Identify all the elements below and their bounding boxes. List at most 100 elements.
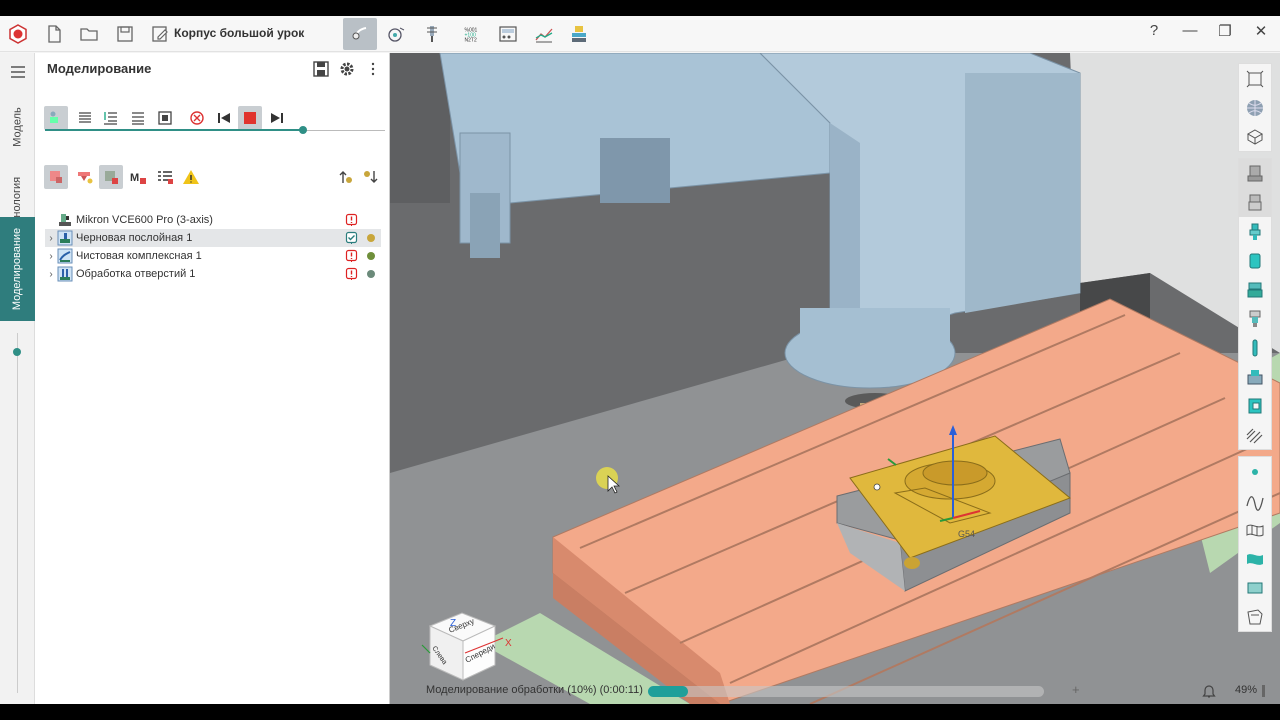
sort-up-icon[interactable]: [333, 165, 357, 189]
nc-code-icon[interactable]: %001 +100 N2T2: [456, 20, 488, 48]
operation-color-dot: [367, 270, 375, 278]
operation-list-icon[interactable]: [126, 106, 150, 130]
spindle-visibility-icon[interactable]: [1239, 188, 1271, 217]
globe-view-icon[interactable]: [1239, 93, 1271, 122]
expand-arrow-icon[interactable]: ›: [45, 251, 57, 262]
step-list-icon[interactable]: [99, 106, 123, 130]
more-options-icon[interactable]: [361, 57, 385, 81]
surface-wire-icon[interactable]: [1239, 515, 1271, 544]
status-menu-icon[interactable]: [1262, 685, 1265, 697]
document-title: Корпус большой урок: [174, 26, 305, 40]
toolpath-visibility-icon[interactable]: [1239, 420, 1271, 449]
gear-icon[interactable]: [335, 57, 359, 81]
work-offset-label: G54: [958, 529, 975, 539]
simulation-panel: Моделирование M Mikron VCE600 Pro (3-axi…: [35, 53, 390, 704]
svg-text:M: M: [130, 172, 139, 184]
title-bar: Корпус большой урок %001 +100 N2T2 ? — ❐ ✕: [0, 16, 1280, 52]
simulation-progress-track: [648, 686, 1044, 697]
save-icon[interactable]: [309, 57, 333, 81]
tab-model[interactable]: Модель: [0, 97, 35, 157]
simulation-mode-icon[interactable]: [343, 18, 377, 50]
zoom-level: 49%: [1235, 684, 1258, 696]
rail-timeline-marker[interactable]: [13, 348, 21, 356]
surface-solid-icon[interactable]: [1239, 573, 1271, 602]
surface-shaded-icon[interactable]: [1239, 544, 1271, 573]
notification-bell-icon[interactable]: [1202, 683, 1216, 699]
machine-icon: [59, 214, 71, 226]
section-view-icon[interactable]: [1239, 602, 1271, 631]
sort-down-icon[interactable]: [359, 165, 383, 189]
new-file-icon[interactable]: [40, 20, 68, 48]
fit-view-icon[interactable]: [153, 106, 177, 130]
rail-timeline-track: [17, 333, 18, 693]
timeline-knob[interactable]: [299, 126, 308, 134]
cutter-visibility-icon[interactable]: [1239, 333, 1271, 362]
box-view-icon[interactable]: [1239, 122, 1271, 151]
tool-holder-icon[interactable]: [418, 20, 446, 48]
view-mode-group: [1238, 63, 1272, 152]
save-icon[interactable]: [111, 20, 139, 48]
machine-scene: G54 Сверху Слева Спереди X Z: [390, 53, 1280, 704]
machine-visibility-icon[interactable]: [1239, 159, 1271, 188]
menu-icon[interactable]: [0, 59, 35, 85]
tree-operation-row[interactable]: › Обработка отверстий 1: [45, 265, 381, 283]
error-status-icon: [345, 213, 358, 226]
simulation-progress-fill: [648, 686, 688, 697]
expand-arrow-icon[interactable]: ›: [45, 233, 57, 244]
3d-viewport[interactable]: G54 Сверху Слева Спереди X Z: [390, 53, 1280, 704]
m-code-icon[interactable]: M: [126, 165, 150, 189]
svg-text:N2T2: N2T2: [465, 38, 477, 44]
error-status-icon: [345, 249, 358, 262]
operation-color-dot: [367, 234, 375, 242]
tree-operation-row[interactable]: › Черновая послойная 1: [45, 229, 381, 247]
app-logo-icon[interactable]: [4, 20, 32, 48]
machine-view-icon[interactable]: [382, 20, 410, 48]
add-icon[interactable]: +: [1072, 682, 1080, 697]
stock-visibility-icon[interactable]: [1239, 362, 1271, 391]
tree-operation-label: Черновая послойная 1: [76, 232, 193, 244]
edit-document-icon[interactable]: [146, 20, 174, 48]
tab-simulation[interactable]: Моделирование: [0, 217, 35, 321]
holder-visibility-icon[interactable]: [1239, 217, 1271, 246]
expand-arrow-icon[interactable]: ›: [45, 269, 57, 280]
side-rail: Модель Технология Моделирование: [0, 53, 35, 704]
minimize-button[interactable]: —: [1178, 22, 1202, 39]
curve-display-icon[interactable]: [1239, 486, 1271, 515]
error-status-icon: [345, 267, 358, 280]
control-panel-icon[interactable]: [494, 20, 522, 48]
part-visibility-icon[interactable]: [1239, 391, 1271, 420]
tree-operation-label: Обработка отверстий 1: [76, 268, 196, 280]
app-window: Корпус большой урок %001 +100 N2T2 ? — ❐ ✕: [0, 16, 1280, 704]
filter-stock-icon[interactable]: [44, 165, 68, 189]
display-mode-group: [1238, 456, 1272, 632]
list-view-icon[interactable]: [73, 106, 97, 130]
cancel-icon[interactable]: [185, 106, 209, 130]
status-text: Моделирование обработки (10%) (0:00:11): [426, 684, 643, 696]
restore-button[interactable]: ❐: [1213, 22, 1237, 40]
warning-icon[interactable]: [179, 165, 203, 189]
filter-part-icon[interactable]: [73, 165, 97, 189]
close-button[interactable]: ✕: [1249, 22, 1273, 40]
open-folder-icon[interactable]: [75, 20, 103, 48]
skip-forward-icon[interactable]: [265, 106, 289, 130]
point-display-icon[interactable]: [1239, 457, 1271, 486]
fixture-visibility-icon[interactable]: [1239, 275, 1271, 304]
filter-collision-icon[interactable]: [99, 165, 123, 189]
skip-back-icon[interactable]: [212, 106, 236, 130]
roughing-operation-icon: [57, 230, 73, 246]
tree-machine-row[interactable]: Mikron VCE600 Pro (3-axis): [45, 211, 381, 229]
simulation-mode-icon[interactable]: [44, 106, 68, 130]
operation-color-dot: [367, 252, 375, 260]
tool-visibility-icon[interactable]: [1239, 246, 1271, 275]
wireframe-view-icon[interactable]: [1239, 64, 1271, 93]
chart-icon[interactable]: [530, 20, 558, 48]
layers-icon[interactable]: [565, 20, 593, 48]
axis-z-label: Z: [450, 618, 456, 629]
tree-operation-row[interactable]: › Чистовая комплексная 1: [45, 247, 381, 265]
help-button[interactable]: ?: [1142, 22, 1166, 39]
stop-button[interactable]: [238, 106, 262, 130]
collet-visibility-icon[interactable]: [1239, 304, 1271, 333]
axis-x-label: X: [505, 638, 512, 649]
status-bar: Моделирование обработки (10%) (0:00:11) …: [390, 679, 1280, 704]
messages-list-icon[interactable]: [153, 165, 177, 189]
